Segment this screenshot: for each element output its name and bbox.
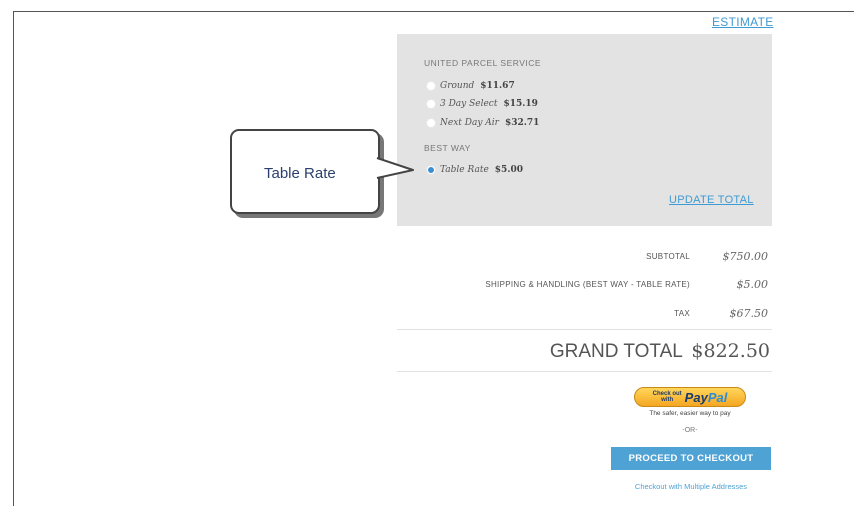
paypal-logo: PayPal	[685, 390, 728, 405]
grand-total: GRAND TOTAL $822.50	[550, 340, 770, 363]
rate-method-label: Table Rate	[440, 165, 489, 175]
callout-pointer	[376, 157, 414, 179]
grand-total-label: GRAND TOTAL	[549, 341, 683, 362]
carrier-heading-ups: UNITED PARCEL SERVICE	[424, 58, 542, 68]
callout-text: Table Rate	[264, 165, 336, 182]
divider	[397, 329, 772, 330]
shipping-methods-panel: UNITED PARCEL SERVICE Ground $11.67 3 Da…	[397, 34, 772, 226]
totals-value: $750.00	[722, 250, 769, 263]
rate-method-label: 3 Day Select	[440, 99, 498, 109]
rate-price: $32.71	[504, 118, 540, 128]
frame-top-border	[13, 11, 854, 12]
radio-button[interactable]	[426, 99, 436, 109]
rate-price: $15.19	[503, 99, 538, 109]
totals-row-shipping: SHIPPING & HANDLING (BEST WAY - TABLE RA…	[400, 278, 770, 294]
grand-total-value: $822.50	[691, 340, 770, 362]
rate-option-ups-next-day-air[interactable]: Next Day Air $32.71	[426, 116, 539, 130]
update-total-link[interactable]: UPDATE TOTAL	[669, 194, 754, 206]
paypal-checkout-button[interactable]: Check out with PayPal	[634, 387, 746, 407]
paypal-logo-pay: Pay	[684, 389, 708, 405]
rate-method-label: Next Day Air	[440, 118, 499, 128]
paypal-logo-pal: Pal	[707, 389, 728, 405]
rate-option-ups-ground[interactable]: Ground $11.67	[426, 79, 515, 93]
rate-option-ups-3-day-select[interactable]: 3 Day Select $15.19	[426, 97, 538, 111]
rate-price: $5.00	[494, 165, 523, 175]
totals-row-subtotal: SUBTOTAL $750.00	[400, 250, 770, 266]
frame-left-border	[13, 11, 14, 506]
radio-button[interactable]	[426, 81, 436, 91]
paypal-prefix: Check out with	[653, 391, 682, 403]
or-separator: -OR-	[682, 427, 698, 434]
radio-button[interactable]	[426, 118, 436, 128]
paypal-tagline: The safer, easier way to pay	[649, 410, 731, 417]
divider	[397, 371, 772, 372]
carrier-heading-best-way: BEST WAY	[424, 143, 471, 153]
rate-option-table-rate[interactable]: Table Rate $5.00	[426, 163, 523, 177]
rate-method-label: Ground	[440, 81, 475, 91]
totals-label: SHIPPING & HANDLING (BEST WAY - TABLE RA…	[485, 280, 690, 289]
rate-price: $11.67	[480, 81, 515, 91]
radio-button-selected[interactable]	[426, 165, 436, 175]
table-rate-callout: Table Rate	[230, 129, 380, 214]
estimate-link[interactable]: ESTIMATE	[712, 15, 774, 29]
proceed-to-checkout-button[interactable]: PROCEED TO CHECKOUT	[611, 447, 771, 470]
checkout-multiple-addresses-link[interactable]: Checkout with Multiple Addresses	[611, 482, 771, 491]
totals-value: $5.00	[736, 278, 769, 291]
totals-row-tax: TAX $67.50	[400, 307, 770, 323]
paypal-prefix-line2: with	[661, 397, 674, 403]
totals-label: TAX	[674, 309, 690, 318]
totals-value: $67.50	[729, 307, 769, 320]
totals-label: SUBTOTAL	[646, 252, 690, 261]
